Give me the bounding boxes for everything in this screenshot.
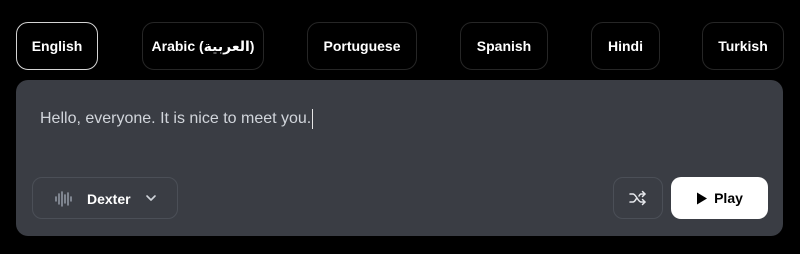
language-option-turkish[interactable]: Turkish	[702, 22, 784, 70]
text-caret	[312, 109, 314, 129]
language-option-hindi[interactable]: Hindi	[591, 22, 660, 70]
voice-name: Dexter	[87, 191, 131, 207]
shuffle-icon	[629, 190, 646, 206]
play-label: Play	[714, 190, 743, 206]
language-option-portuguese[interactable]: Portuguese	[307, 22, 417, 70]
language-option-arabic[interactable]: Arabic (العربية)	[142, 22, 264, 70]
language-label: Spanish	[476, 38, 532, 54]
language-option-spanish[interactable]: Spanish	[460, 22, 548, 70]
voice-selector[interactable]: Dexter	[32, 177, 178, 219]
waveform-icon	[55, 191, 72, 207]
language-option-english[interactable]: English	[16, 22, 98, 70]
chevron-down-icon	[146, 195, 156, 201]
language-label: Hindi	[608, 38, 643, 54]
language-label: Arabic (العربية)	[151, 37, 255, 54]
input-text: Hello, everyone. It is nice to meet you.	[40, 110, 312, 127]
language-label: Portuguese	[323, 38, 401, 54]
shuffle-button[interactable]	[613, 177, 663, 219]
tts-panel: Hello, everyone. It is nice to meet you.…	[16, 80, 783, 236]
text-input[interactable]: Hello, everyone. It is nice to meet you.	[40, 107, 740, 131]
language-label: Turkish	[718, 38, 768, 54]
language-selector: English Arabic (العربية) Portuguese Span…	[16, 22, 784, 70]
language-label: English	[31, 38, 83, 54]
play-icon	[697, 192, 708, 204]
play-button[interactable]: Play	[671, 177, 768, 219]
